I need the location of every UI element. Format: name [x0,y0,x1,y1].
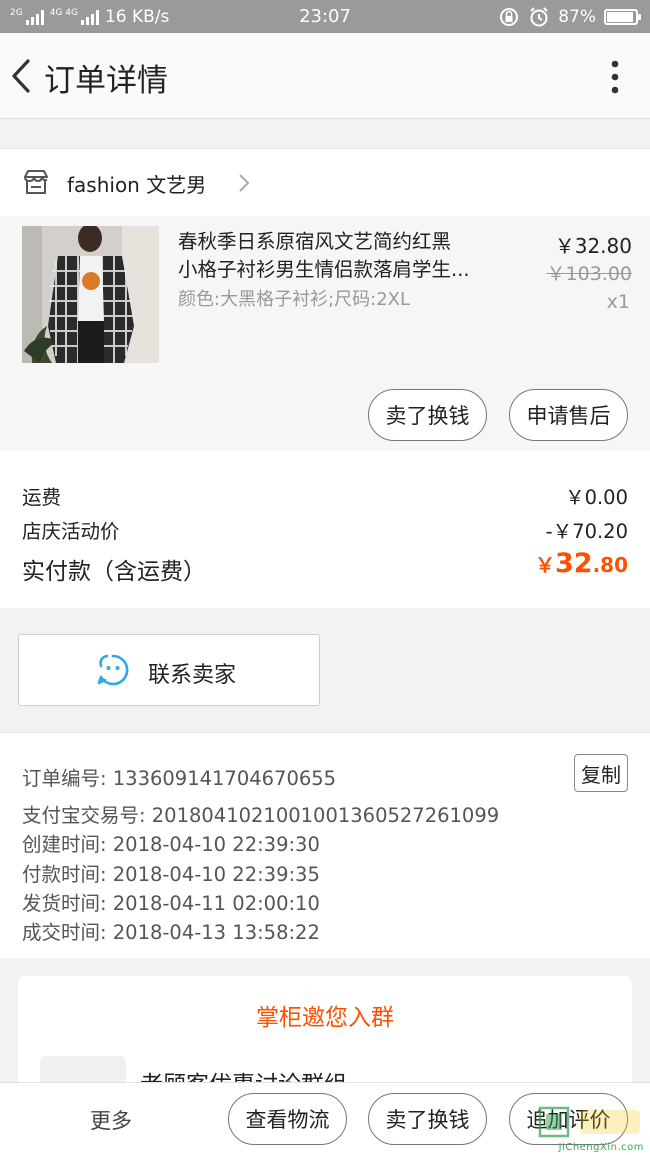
product-quantity: x1 [606,291,630,313]
page-title: 订单详情 [44,63,168,99]
created-time: 创建时间: 2018-04-10 22:39:30 [22,833,320,856]
completed-time: 成交时间: 2018-04-13 13:58:22 [22,921,320,944]
product-original-price: ￥103.00 [546,263,632,285]
shipping-label: 运费 [22,486,62,509]
sell-for-cash-bottom-button[interactable]: 卖了换钱 [368,1093,487,1145]
watermark-text: JiChengXin.com [558,1142,644,1153]
alarm-icon [530,6,548,26]
back-icon[interactable] [8,57,34,95]
fee-summary: 运费 ￥0.00 店庆活动价 -￥70.20 实付款（含运费） ￥32.80 [0,450,650,608]
view-logistics-button[interactable]: 查看物流 [228,1093,347,1145]
shipping-value: ￥0.00 [565,486,628,509]
product-title-line2: 小格子衬衫男生情侣款落肩学生... [178,258,470,281]
product-spec: 颜色:大黑格子衬衫;尺码:2XL [178,289,411,310]
rotation-lock-icon [500,7,519,26]
product-thumbnail[interactable] [22,226,159,363]
order-item: 春秋季日系原宿风文艺简约红黑 小格子衬衫男生情侣款落肩学生... 颜色:大黑格子… [0,216,650,450]
total-currency: ￥ [534,553,555,577]
product-title-line1: 春秋季日系原宿风文艺简约红黑 [178,230,452,253]
total-label: 实付款（含运费） [22,559,206,585]
contact-seller-button[interactable]: 联系卖家 [18,634,320,706]
bottom-action-bar: 更多 查看物流 卖了换钱 追加评价 [0,1082,650,1155]
chevron-right-icon [239,174,250,192]
shop-name[interactable]: fashion 文艺男 [67,169,206,198]
copy-button[interactable]: 复制 [574,754,628,792]
navbar: 订单详情 [0,33,650,119]
group-invite-title: 掌柜邀您入群 [256,1005,394,1031]
shop-icon [24,170,48,194]
product-image [22,226,159,363]
add-review-button[interactable]: 追加评价 [509,1093,628,1145]
after-sales-button[interactable]: 申请售后 [509,389,628,441]
product-title[interactable]: 春秋季日系原宿风文艺简约红黑 小格子衬衫男生情侣款落肩学生... [178,228,503,284]
promo-label: 店庆活动价 [22,520,120,543]
contact-seller-label: 联系卖家 [148,663,237,688]
order-number: 订单编号: 133609141704670655 [22,767,337,790]
promo-value: -￥70.20 [545,520,628,543]
total-decimal: .80 [592,553,628,577]
shop-header[interactable]: fashion 文艺男 [0,148,650,216]
battery-percent: 87% [558,6,596,27]
sell-for-cash-button[interactable]: 卖了换钱 [368,389,487,441]
battery-icon [604,8,641,25]
paid-time: 付款时间: 2018-04-10 22:39:35 [22,863,320,886]
total-integer: 32 [554,548,593,579]
order-info: 订单编号: 133609141704670655 复制 支付宝交易号: 2018… [0,732,650,958]
contact-seller-icon [97,654,129,686]
product-price: ￥32.80 [554,234,632,258]
more-icon[interactable] [610,58,620,96]
status-bar-right: 87% [498,0,641,33]
shipped-time: 发货时间: 2018-04-11 02:00:10 [22,892,320,915]
total-paid: ￥32.80 [535,548,628,579]
more-button[interactable]: 更多 [90,1105,132,1135]
status-bar: 2G 4G 4G 16 KB/s 23:07 87% [0,0,650,33]
alipay-trade-number: 支付宝交易号: 2018041021001001360527261099 [22,804,500,827]
